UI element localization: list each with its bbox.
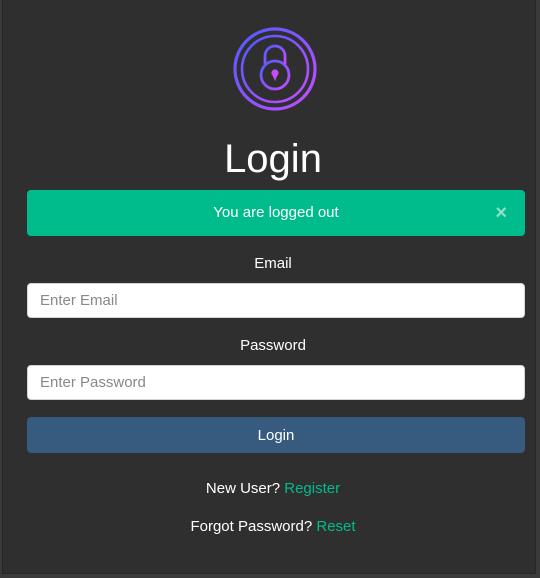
page-title: Login — [224, 137, 322, 181]
alert-message: You are logged out — [213, 204, 339, 221]
password-input[interactable] — [27, 365, 525, 400]
register-prefix: New User? — [205, 480, 281, 497]
login-button[interactable]: Login — [27, 417, 525, 453]
register-line: New User? Register — [3, 479, 540, 499]
padlock-icon — [233, 27, 317, 111]
reset-prefix: Forgot Password? — [190, 518, 313, 535]
reset-link[interactable]: Reset — [316, 518, 355, 535]
close-icon[interactable]: × — [495, 190, 507, 236]
password-label: Password — [240, 337, 306, 354]
login-card: Login You are logged out × Email Passwor… — [2, 0, 536, 574]
email-label: Email — [254, 255, 292, 272]
reset-line: Forgot Password? Reset — [3, 517, 540, 537]
register-link[interactable]: Register — [284, 480, 340, 497]
logout-alert: You are logged out × — [27, 190, 525, 236]
email-input[interactable] — [27, 283, 525, 318]
